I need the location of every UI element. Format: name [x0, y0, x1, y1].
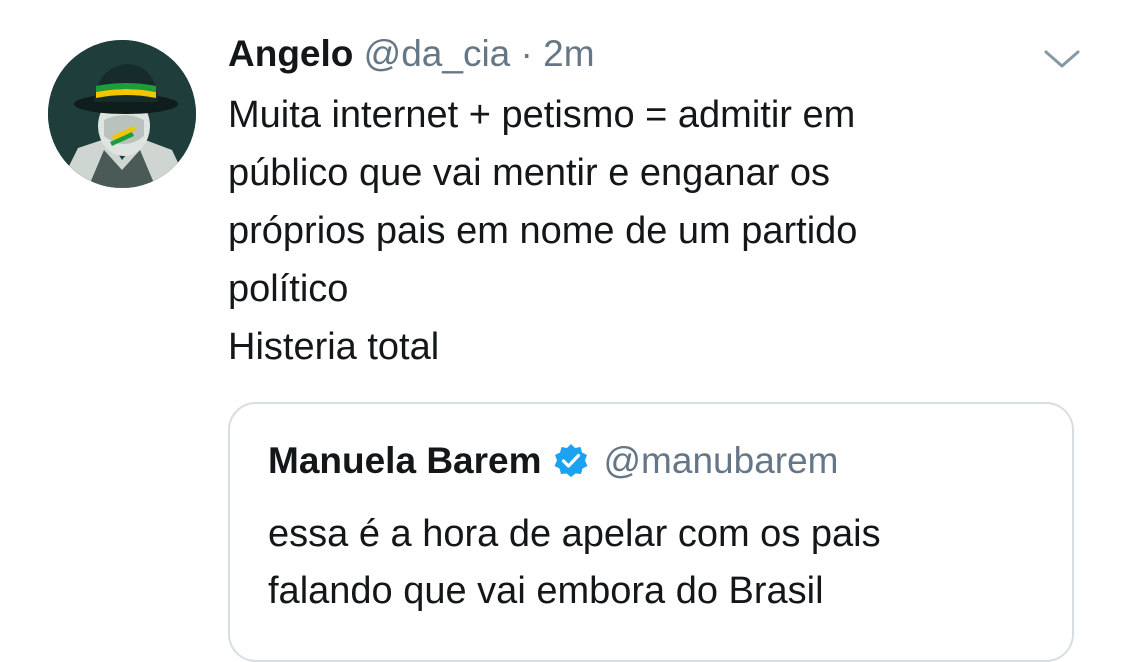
tweet: Angelo @da_cia · 2m Muita internet + pet…: [0, 0, 1125, 662]
author-handle[interactable]: @da_cia: [364, 33, 511, 74]
quoted-text-line: falando que vai embora do Brasil: [268, 570, 824, 612]
fedora-man-avatar-icon: [48, 40, 196, 188]
separator-dot: ·: [520, 33, 533, 74]
tweet-text: Muita internet + petismo = admitir em pú…: [228, 86, 1088, 376]
timestamp[interactable]: 2m: [543, 33, 594, 74]
quoted-text-line: essa é a hora de apelar com os pais: [268, 513, 881, 555]
tweet-header: Angelo @da_cia · 2m: [228, 30, 595, 78]
tweet-text-line: Muita internet + petismo = admitir em: [228, 94, 856, 136]
tweet-text-line: próprios pais em nome de um partido: [228, 210, 858, 252]
tweet-text-line: público que vai mentir e enganar os: [228, 152, 831, 194]
quoted-tweet-text: essa é a hora de apelar com os pais fala…: [268, 506, 1048, 620]
quoted-author-handle: @manubarem: [603, 440, 839, 481]
quoted-tweet-header: Manuela Barem @manubarem: [268, 438, 839, 484]
author-name[interactable]: Angelo: [228, 33, 353, 74]
verified-badge-icon: [552, 442, 590, 480]
quoted-tweet[interactable]: Manuela Barem @manubarem essa é a hora d…: [228, 402, 1074, 662]
quoted-author-name: Manuela Barem: [268, 440, 542, 481]
tweet-text-line: Histeria total: [228, 326, 440, 368]
chevron-down-icon[interactable]: [1040, 44, 1084, 74]
tweet-text-line: político: [228, 268, 349, 310]
avatar[interactable]: [48, 40, 196, 188]
